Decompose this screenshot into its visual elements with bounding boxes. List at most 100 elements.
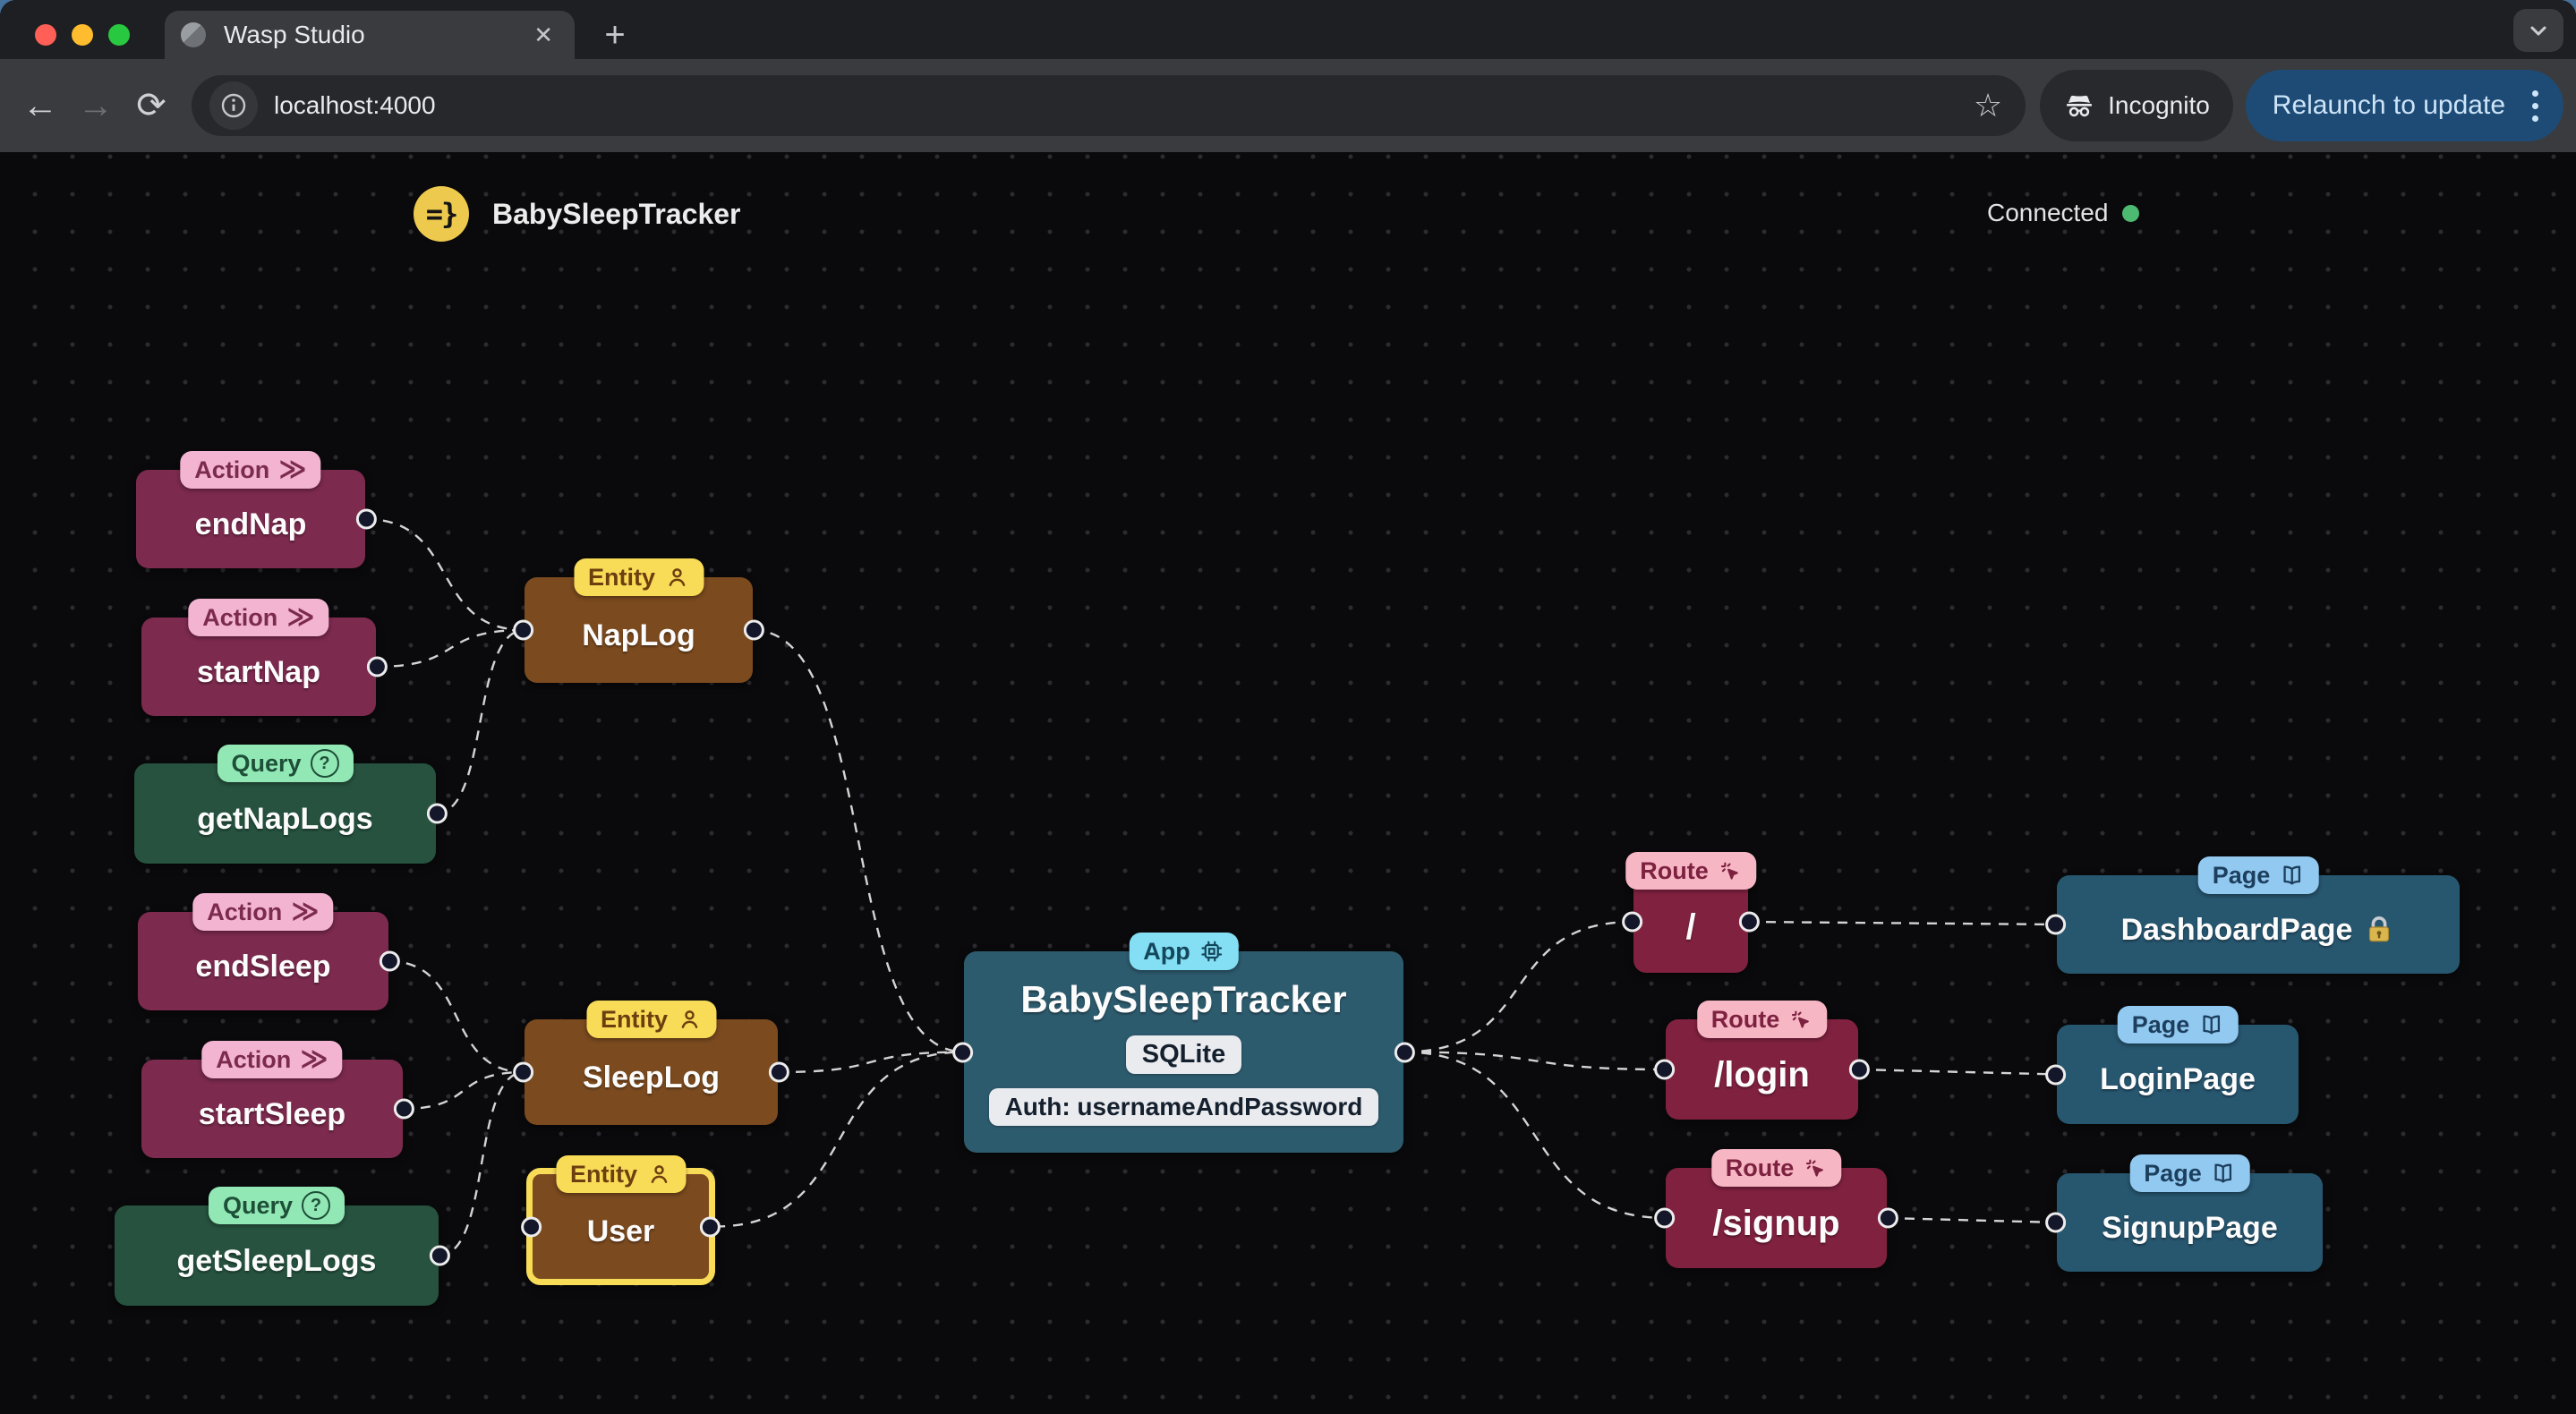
connection-status-label: Connected — [1987, 199, 2109, 226]
node-SleepLog[interactable]: Entity SleepLog — [513, 1001, 789, 1125]
tab-search-chevron-button[interactable] — [2513, 9, 2563, 52]
badge-label: Action — [216, 1045, 292, 1073]
node-app[interactable]: App BabySleepTracker SQLite Auth: usernameA… — [952, 933, 1415, 1153]
relaunch-label: Relaunch to update — [2272, 90, 2505, 120]
node-title: getNapLogs — [197, 801, 373, 836]
incognito-label: Incognito — [2108, 91, 2210, 119]
lock-icon — [2369, 916, 2390, 942]
bookmark-star-icon[interactable]: ☆ — [1974, 87, 2008, 124]
handle-left[interactable] — [2045, 1064, 2067, 1085]
site-info-button[interactable] — [209, 81, 258, 130]
node-title: startNap — [197, 654, 320, 689]
node-NapLog[interactable]: Entity NapLog — [513, 558, 764, 683]
url-text: localhost:4000 — [274, 91, 436, 119]
handle-left[interactable] — [513, 1061, 534, 1083]
node-getNapLogs[interactable]: Query? getNapLogs — [134, 745, 448, 864]
edge-getNapLogs-NapLog — [435, 628, 525, 815]
badge-label: Query — [222, 1191, 294, 1219]
edge-route-login-LoginPage — [1857, 1068, 2058, 1076]
handle-left[interactable] — [513, 619, 534, 641]
badge-label: Query — [231, 749, 302, 777]
edge-getSleepLogs-SleepLog — [438, 1070, 525, 1257]
node-LoginPage[interactable]: Page LoginPage — [2045, 1006, 2299, 1124]
node-badge: Entity — [585, 1001, 717, 1038]
studio-canvas[interactable]: Action ≫ endNap Action ≫ startNap Query? getNap… — [0, 152, 2576, 1414]
badge-label: Action — [202, 603, 278, 631]
cursor-click-icon — [1805, 1159, 1823, 1177]
tab-title: Wasp Studio — [224, 21, 365, 48]
tab-close-icon[interactable]: ✕ — [528, 21, 559, 49]
node-startSleep[interactable]: Action ≫ startSleep — [141, 1041, 414, 1158]
badge-label: Entity — [587, 563, 656, 591]
chevron-down-icon — [2530, 26, 2546, 36]
node-badge: Query? — [217, 745, 354, 782]
node-getSleepLogs[interactable]: Query? getSleepLogs — [115, 1187, 450, 1306]
url-bar[interactable]: localhost:4000 ☆ — [192, 75, 2026, 136]
node-DashboardPage[interactable]: Page DashboardPage — [2045, 856, 2460, 974]
relaunch-to-update-button[interactable]: Relaunch to update — [2245, 70, 2563, 141]
handle-left[interactable] — [1654, 1207, 1676, 1229]
node-badge: Route — [1625, 852, 1756, 890]
handle-right[interactable] — [355, 508, 377, 530]
node-endSleep[interactable]: Action ≫ endSleep — [138, 893, 400, 1010]
handle-left[interactable] — [1622, 911, 1643, 933]
handle-right[interactable] — [426, 803, 448, 824]
node-User[interactable]: Entity User — [521, 1155, 721, 1285]
back-button[interactable]: ← — [13, 78, 68, 133]
badge-label: Action — [194, 456, 270, 483]
handle-right[interactable] — [393, 1098, 414, 1120]
handle-right[interactable] — [1848, 1059, 1870, 1080]
handle-right[interactable] — [1394, 1042, 1415, 1062]
node-endNap[interactable]: Action ≫ endNap — [136, 451, 377, 568]
handle-right[interactable] — [366, 656, 388, 677]
node-title: DashboardPage — [2121, 902, 2396, 948]
badge-label: Route — [1725, 1154, 1795, 1181]
handle-right[interactable] — [379, 950, 400, 972]
node-route-signup[interactable]: Route/signup — [1654, 1149, 1898, 1268]
handle-right[interactable] — [429, 1245, 450, 1266]
node-title: NapLog — [582, 618, 695, 652]
browser-menu-icon[interactable] — [2527, 85, 2544, 127]
handle-right[interactable] — [1738, 911, 1760, 933]
incognito-badge: Incognito — [2040, 70, 2233, 141]
node-SignupPage[interactable]: Page SignupPage — [2045, 1154, 2323, 1272]
open-book-icon — [2214, 1163, 2232, 1183]
connection-status-dot — [2122, 204, 2140, 222]
handle-left[interactable] — [2045, 914, 2067, 935]
handle-left[interactable] — [1654, 1059, 1676, 1080]
node-route-login[interactable]: Route/login — [1654, 1001, 1870, 1120]
edge-app-route-root — [1403, 920, 1634, 1053]
cursor-click-icon — [1720, 862, 1738, 880]
double-chevron-icon: ≫ — [291, 897, 320, 926]
node-route-root[interactable]: Route / — [1622, 852, 1760, 973]
handle-left[interactable] — [2045, 1212, 2067, 1233]
tab-wasp-studio[interactable]: Wasp Studio ✕ — [165, 11, 575, 59]
handle-right[interactable] — [1877, 1207, 1898, 1229]
node-title: User — [586, 1214, 655, 1248]
node-title: startSleep — [198, 1096, 346, 1131]
handle-left[interactable] — [521, 1216, 542, 1237]
node-startNap[interactable]: Action ≫ startNap — [141, 599, 388, 716]
handle-right[interactable] — [768, 1061, 789, 1083]
double-chevron-icon: ≫ — [286, 602, 315, 632]
forward-button[interactable]: → — [68, 78, 124, 133]
studio-header: =} BabySleepTracker — [414, 186, 741, 242]
handle-right[interactable] — [743, 619, 764, 641]
handle-right[interactable] — [699, 1216, 721, 1237]
info-icon — [221, 93, 246, 118]
close-window-button[interactable] — [35, 24, 56, 46]
node-title: / — [1685, 907, 1696, 947]
edge-NapLog-app — [752, 628, 965, 1053]
minimize-window-button[interactable] — [72, 24, 93, 46]
edge-SleepLog-app — [777, 1051, 965, 1074]
node-title: SignupPage — [2102, 1210, 2278, 1245]
badge-label: Route — [1640, 856, 1709, 884]
node-badge: Route — [1710, 1149, 1842, 1187]
node-badge: Page — [2129, 1154, 2250, 1192]
reload-button[interactable]: ⟳ — [124, 78, 179, 133]
new-tab-button[interactable]: + — [591, 11, 639, 59]
node-badge: App — [1129, 933, 1239, 970]
handle-left[interactable] — [952, 1042, 974, 1062]
tab-favicon-icon — [181, 22, 206, 47]
fullscreen-window-button[interactable] — [108, 24, 130, 46]
